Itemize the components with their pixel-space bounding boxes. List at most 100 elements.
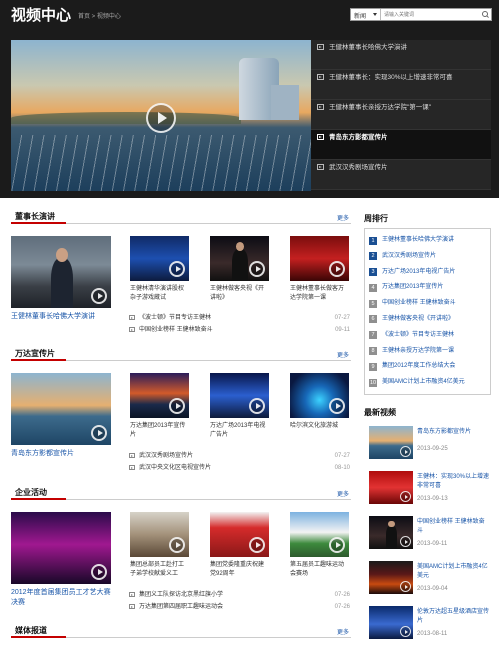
more-link[interactable]: 更多 — [337, 489, 349, 498]
video-thumbnail[interactable] — [290, 373, 349, 418]
featured-video[interactable]: 王健林董事长哈佛大学演讲 — [11, 236, 111, 322]
search-icon[interactable] — [480, 10, 490, 19]
video-caption[interactable]: 集团党委隆重庆祝建党92周年 — [210, 561, 269, 579]
ranking-item[interactable]: 5 中国创业榜样 王健林致奋斗 — [369, 296, 486, 312]
play-icon[interactable] — [169, 537, 185, 553]
play-icon[interactable] — [91, 288, 107, 304]
video-thumbnail[interactable] — [130, 373, 189, 418]
latest-video-title[interactable]: 青岛东方影都宣传片 — [417, 428, 489, 437]
ranking-item-text[interactable]: 万达集团2013年宣传片 — [382, 284, 443, 290]
hero-playlist-item[interactable]: 武汉汉秀剧场宣传片 — [311, 160, 491, 190]
ranking-item[interactable]: 9 集团2012年度工作总结大会 — [369, 359, 486, 375]
play-icon[interactable] — [249, 398, 265, 414]
video-card[interactable]: 集团总部员工赴打工子弟学校献爱义工 — [130, 512, 189, 579]
ranking-item[interactable]: 3 万达广场2013年电视广告片 — [369, 265, 486, 281]
video-thumbnail[interactable] — [210, 373, 269, 418]
video-link[interactable]: 武汉中央文化区电视宣传片 08-10 — [129, 462, 350, 474]
video-link[interactable]: 万达集团第四届职工趣味运动会 07-26 — [129, 601, 350, 613]
video-caption[interactable]: 哈尔滨文化旅游城 — [290, 422, 349, 431]
play-icon[interactable] — [169, 261, 185, 277]
video-thumbnail[interactable] — [369, 561, 413, 594]
video-card[interactable]: 集团党委隆重庆祝建党92周年 — [210, 512, 269, 579]
video-caption[interactable]: 王健林做客央视《开讲啦》 — [210, 285, 269, 303]
video-thumbnail[interactable] — [369, 471, 413, 504]
latest-video-item[interactable]: 美国AMC计划上市融资4亿美元 2013-09-04 — [364, 557, 491, 602]
ranking-item-text[interactable]: 王健林亲授万达学院第一课 — [382, 348, 454, 354]
featured-video[interactable]: 2012年度首届集团员工才艺大赛决赛 — [11, 512, 111, 608]
video-card[interactable]: 万达广场2013年电视广告片 — [210, 373, 269, 440]
hero-playlist-item[interactable]: 王健林董事长：实现30%以上增速非常可喜 — [311, 70, 491, 100]
latest-video-title[interactable]: 中国创业榜样 王健林致奋斗 — [417, 518, 489, 536]
ranking-item-text[interactable]: 王健林董事长哈佛大学演讲 — [382, 237, 454, 243]
ranking-item[interactable]: 10 美国AMC计划上市融资4亿美元 — [369, 375, 486, 391]
play-icon[interactable] — [400, 581, 411, 592]
play-icon[interactable] — [169, 398, 185, 414]
video-thumbnail[interactable] — [369, 516, 413, 549]
video-link[interactable]: 《波士顿》节目专访王健林 07-27 — [129, 312, 350, 324]
video-thumbnail[interactable] — [130, 512, 189, 557]
play-icon[interactable] — [329, 537, 345, 553]
ranking-item[interactable]: 1 王健林董事长哈佛大学演讲 — [369, 233, 486, 249]
video-thumbnail[interactable] — [11, 373, 111, 445]
play-icon[interactable] — [329, 261, 345, 277]
video-link[interactable]: 集团义工队探访北京黑红旗小学 07-26 — [129, 589, 350, 601]
video-caption[interactable]: 万达广场2013年电视广告片 — [210, 422, 269, 440]
video-caption[interactable]: 王健林董事长哈佛大学演讲 — [11, 312, 111, 322]
hero-video-player[interactable] — [11, 40, 311, 191]
latest-video-item[interactable]: 王健林：实现30%以上增速非常可喜 2013-09-13 — [364, 467, 491, 512]
play-icon[interactable] — [249, 261, 265, 277]
video-caption[interactable]: 万达集团2013年宣传片 — [130, 422, 189, 440]
video-link-text[interactable]: 万达集团第四届职工趣味运动会 — [139, 604, 223, 610]
video-link[interactable]: 中国创业榜样 王健林致奋斗 09-11 — [129, 324, 350, 336]
play-icon[interactable] — [400, 626, 411, 637]
play-icon[interactable] — [91, 425, 107, 441]
video-caption[interactable]: 青岛东方影都宣传片 — [11, 449, 111, 459]
ranking-item-text[interactable]: 武汉汉秀剧场宣传片 — [382, 253, 436, 259]
video-link-text[interactable]: 集团义工队探访北京黑红旗小学 — [139, 592, 223, 598]
video-thumbnail[interactable] — [369, 606, 413, 639]
play-icon[interactable] — [146, 103, 176, 133]
video-caption[interactable]: 集团总部员工赴打工子弟学校献爱义工 — [130, 561, 189, 579]
video-link-text[interactable]: 中国创业榜样 王健林致奋斗 — [139, 327, 213, 333]
video-thumbnail[interactable] — [210, 236, 269, 281]
ranking-item-text[interactable]: 中国创业榜样 王健林致奋斗 — [382, 300, 456, 306]
video-caption[interactable]: 第五届员工趣味运动会赛场 — [290, 561, 349, 579]
search-input[interactable] — [384, 10, 478, 19]
video-card[interactable]: 王健林清华演讲股权杂子游戏蔵试 — [130, 236, 189, 303]
play-icon[interactable] — [400, 446, 411, 457]
play-icon[interactable] — [249, 537, 265, 553]
play-icon[interactable] — [91, 564, 107, 580]
ranking-item[interactable]: 6 王健林做客央视《开讲啦》 — [369, 312, 486, 328]
ranking-item-text[interactable]: 《波士顿》节目专访王健林 — [382, 332, 454, 338]
breadcrumb[interactable]: 首页 > 视频中心 — [78, 11, 121, 20]
video-card[interactable]: 王健林董事长做客万达学院第一课 — [290, 236, 349, 303]
latest-video-title[interactable]: 美国AMC计划上市融资4亿美元 — [417, 563, 489, 581]
video-thumbnail[interactable] — [290, 512, 349, 557]
latest-video-item[interactable]: 伦敦万达超五星级酒店宣传片 2013-08-11 — [364, 602, 491, 647]
latest-video-item[interactable]: 青岛东方影都宣传片 2013-09-25 — [364, 422, 491, 467]
video-thumbnail[interactable] — [11, 512, 111, 584]
video-link[interactable]: 武汉汉秀剧场宣传片 07-27 — [129, 450, 350, 462]
video-caption[interactable]: 王健林董事长做客万达学院第一课 — [290, 285, 349, 303]
play-icon[interactable] — [400, 536, 411, 547]
latest-video-item[interactable]: 中国创业榜样 王健林致奋斗 2013-09-11 — [364, 512, 491, 557]
video-caption[interactable]: 王健林清华演讲股权杂子游戏蔵试 — [130, 285, 189, 303]
more-link[interactable]: 更多 — [337, 213, 349, 222]
more-link[interactable]: 更多 — [337, 627, 349, 636]
video-card[interactable]: 第五届员工趣味运动会赛场 — [290, 512, 349, 579]
video-card[interactable]: 哈尔滨文化旅游城 — [290, 373, 349, 431]
video-thumbnail[interactable] — [210, 512, 269, 557]
hero-playlist-item-active[interactable]: 青岛东方影都宣传片 — [311, 130, 491, 160]
search-category-select[interactable]: 新闻 — [351, 9, 381, 20]
video-link-text[interactable]: 武汉汉秀剧场宣传片 — [139, 453, 193, 459]
video-thumbnail[interactable] — [290, 236, 349, 281]
video-thumbnail[interactable] — [130, 236, 189, 281]
video-link-text[interactable]: 武汉中央文化区电视宣传片 — [139, 465, 211, 471]
ranking-item[interactable]: 4 万达集团2013年宣传片 — [369, 280, 486, 296]
hero-playlist-item[interactable]: 王健林董事长亲授万达学院"第一课" — [311, 100, 491, 130]
video-card[interactable]: 万达集团2013年宣传片 — [130, 373, 189, 440]
video-thumbnail[interactable] — [369, 426, 413, 459]
video-caption[interactable]: 2012年度首届集团员工才艺大赛决赛 — [11, 588, 111, 608]
latest-video-title[interactable]: 王健林：实现30%以上增速非常可喜 — [417, 473, 489, 491]
ranking-item[interactable]: 7 《波士顿》节目专访王健林 — [369, 328, 486, 344]
